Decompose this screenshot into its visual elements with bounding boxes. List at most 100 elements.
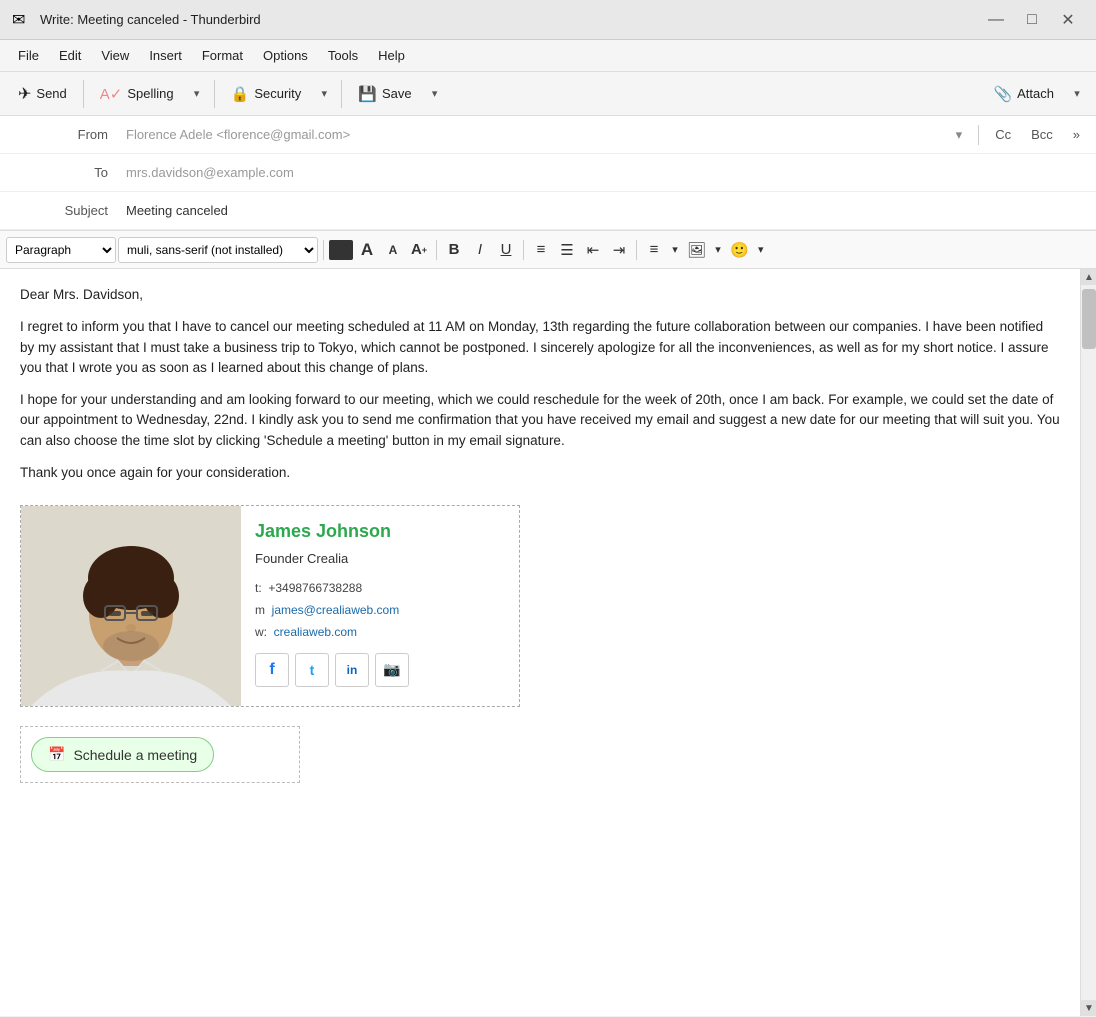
menubar: File Edit View Insert Format Options Too… (0, 40, 1096, 72)
close-button[interactable]: ✕ (1052, 6, 1084, 34)
fmt-sep-1 (323, 240, 324, 260)
font-grow-btn[interactable]: A+ (407, 237, 431, 263)
send-button[interactable]: ✈ Send (8, 79, 77, 109)
toolbar-separator-1 (83, 80, 84, 108)
attach-dropdown[interactable]: ▾ (1066, 80, 1088, 108)
signature-email: m james@crealiaweb.com (255, 601, 409, 619)
fmt-sep-3 (523, 240, 524, 260)
outdent-button[interactable]: ⇤ (581, 237, 605, 263)
linkedin-button[interactable]: in (335, 653, 369, 687)
underline-button[interactable]: U (494, 237, 518, 263)
instagram-button[interactable]: 📷 (375, 653, 409, 687)
signature-photo (21, 506, 241, 706)
maximize-button[interactable]: □ (1016, 6, 1048, 34)
menu-file[interactable]: File (8, 44, 49, 67)
schedule-icon: 📅 (48, 746, 65, 763)
numbered-list-button[interactable]: ☰ (555, 237, 579, 263)
closing-text: Thank you once again for your considerat… (20, 463, 1060, 483)
attach-label: Attach (1017, 86, 1054, 101)
schedule-container: 📅 Schedule a meeting (20, 726, 300, 783)
vertical-scrollbar[interactable]: ▲ ▼ (1080, 269, 1096, 1016)
save-icon: 💾 (358, 85, 377, 103)
to-field[interactable] (120, 157, 1096, 188)
titlebar: ✉ Write: Meeting canceled - Thunderbird … (0, 0, 1096, 40)
paragraph-style-select[interactable]: Paragraph (6, 237, 116, 263)
twitter-button[interactable]: t (295, 653, 329, 687)
attach-group: 📎 Attach ▾ (983, 80, 1088, 108)
from-label: From (0, 127, 120, 142)
font-size-large-btn[interactable]: A (355, 237, 379, 263)
spelling-dropdown[interactable]: ▾ (186, 80, 208, 108)
spelling-button[interactable]: A✓ Spelling (90, 80, 184, 108)
menu-edit[interactable]: Edit (49, 44, 91, 67)
align-button[interactable]: ≡ (642, 237, 666, 263)
insert-image-button[interactable]: 🖼 (684, 237, 709, 263)
toolbar-separator-3 (341, 80, 342, 108)
expand-button[interactable]: » (1065, 124, 1088, 145)
content-area: Dear Mrs. Davidson, I regret to inform y… (0, 269, 1096, 1016)
menu-view[interactable]: View (91, 44, 139, 67)
from-dropdown-btn[interactable]: ▾ (948, 124, 971, 146)
attach-button[interactable]: 📎 Attach (983, 80, 1064, 108)
phone-label: t: (255, 581, 262, 595)
scroll-down-arrow[interactable]: ▼ (1081, 1000, 1096, 1016)
font-size-small-btn[interactable]: A (381, 237, 405, 263)
schedule-meeting-button[interactable]: 📅 Schedule a meeting (31, 737, 214, 772)
save-dropdown[interactable]: ▾ (424, 80, 446, 108)
scroll-thumb[interactable] (1082, 289, 1096, 349)
security-button[interactable]: 🔒 Security (221, 80, 312, 108)
email-body[interactable]: Dear Mrs. Davidson, I regret to inform y… (0, 269, 1080, 1016)
fmt-sep-2 (436, 240, 437, 260)
body-paragraph-2: I hope for your understanding and am loo… (20, 390, 1060, 451)
schedule-area: 📅 Schedule a meeting (20, 726, 1060, 783)
schedule-label: Schedule a meeting (73, 747, 197, 763)
lock-icon: 🔒 (231, 85, 250, 103)
web-value[interactable]: crealiaweb.com (274, 625, 357, 639)
subject-label: Subject (0, 203, 120, 218)
bold-button[interactable]: B (442, 237, 466, 263)
spelling-icon: A✓ (100, 85, 123, 103)
cc-button[interactable]: Cc (987, 124, 1019, 145)
to-label: To (0, 165, 120, 180)
security-dropdown[interactable]: ▾ (313, 80, 335, 108)
insert-emoji-button[interactable]: 🙂 (727, 237, 752, 263)
menu-options[interactable]: Options (253, 44, 318, 67)
scroll-track[interactable] (1081, 285, 1096, 1000)
main-toolbar: ✈ Send A✓ Spelling ▾ 🔒 Security ▾ 💾 Save… (0, 72, 1096, 116)
minimize-button[interactable]: — (980, 6, 1012, 34)
menu-format[interactable]: Format (192, 44, 253, 67)
signature-title: Founder Crealia (255, 549, 409, 569)
send-label: Send (36, 86, 66, 101)
italic-button[interactable]: I (468, 237, 492, 263)
mobile-label: m (255, 603, 265, 617)
from-field[interactable] (120, 119, 948, 150)
menu-tools[interactable]: Tools (318, 44, 368, 67)
signature-web: w: crealiaweb.com (255, 623, 409, 641)
person-portrait (21, 506, 241, 706)
scroll-up-arrow[interactable]: ▲ (1081, 269, 1096, 285)
window-title: Write: Meeting canceled - Thunderbird (40, 12, 980, 27)
align-dropdown[interactable]: ▾ (668, 237, 682, 263)
phone-value: +3498766738288 (268, 581, 362, 595)
format-toolbar: Paragraph muli, sans-serif (not installe… (0, 231, 1096, 269)
subject-field[interactable] (120, 195, 1096, 226)
from-sep (978, 125, 979, 145)
indent-button[interactable]: ⇥ (607, 237, 631, 263)
email-header: From ▾ Cc Bcc » To Subject (0, 116, 1096, 231)
image-dropdown[interactable]: ▾ (711, 237, 725, 263)
signature-social: f t in 📷 (255, 653, 409, 687)
facebook-button[interactable]: f (255, 653, 289, 687)
save-button[interactable]: 💾 Save (348, 80, 421, 108)
fmt-sep-4 (636, 240, 637, 260)
to-row: To (0, 154, 1096, 192)
text-color-button[interactable]: ■ (329, 240, 353, 260)
emoji-dropdown[interactable]: ▾ (754, 237, 768, 263)
bullet-list-button[interactable]: ≡ (529, 237, 553, 263)
mobile-value[interactable]: james@crealiaweb.com (272, 603, 400, 617)
bcc-button[interactable]: Bcc (1023, 124, 1061, 145)
send-icon: ✈ (18, 84, 31, 104)
menu-help[interactable]: Help (368, 44, 415, 67)
security-label: Security (254, 86, 301, 101)
font-family-select[interactable]: muli, sans-serif (not installed) (118, 237, 318, 263)
menu-insert[interactable]: Insert (139, 44, 192, 67)
